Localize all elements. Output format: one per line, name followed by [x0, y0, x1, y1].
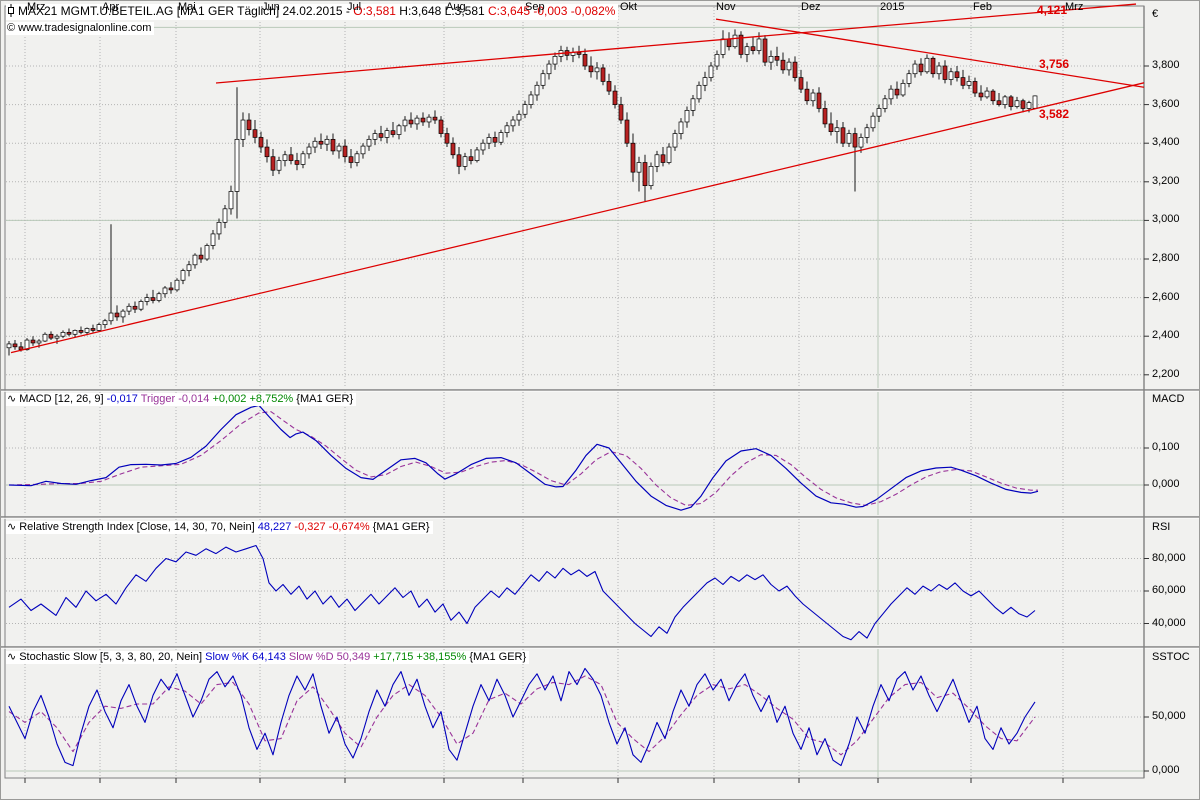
time-axis-month-label: Jul: [347, 1, 361, 13]
header-segment: Relative Strength Index [Close, 14, 30, …: [19, 521, 257, 533]
main-axis-tick-label: 2,200: [1152, 368, 1180, 381]
header-segment: C:3,645 -0,003 -0,082%: [488, 4, 615, 18]
header-segment: {MA1 GER}: [373, 521, 430, 533]
trendline-price-label: 4,121: [1037, 3, 1067, 17]
copyright-notice: © www.tradesignalonline.com: [6, 22, 154, 35]
time-axis-month-label: Dez: [801, 1, 821, 13]
header-segment: Slow %K 64,143: [205, 651, 289, 663]
time-axis-month-label: Okt: [620, 1, 637, 13]
main-axis-tick-label: 2,400: [1152, 329, 1180, 342]
main-axis-tick-label: 3,600: [1152, 98, 1180, 111]
sto-axis-tick-label: 0,000: [1152, 764, 1180, 777]
time-axis-month-label: Aug: [446, 1, 466, 13]
header-segment: 48,227: [258, 521, 295, 533]
main-axis-tick-label: 2,600: [1152, 291, 1180, 304]
sto-axis-tick-label: 50,000: [1152, 710, 1186, 723]
main-axis-tick-label: 3,800: [1152, 59, 1180, 72]
header-segment: +17,715 +38,155%: [373, 651, 469, 663]
main-axis-tick-label: 2,800: [1152, 252, 1180, 265]
tradesignal-chart-window: MAX21 MGMT.U.BETEIL.AG [MA1 GER Täglich]…: [0, 0, 1200, 800]
time-axis-month-label: Nov: [716, 1, 736, 13]
header-segment: -0,014: [178, 393, 212, 405]
macd-axis-label: MACD: [1152, 393, 1184, 406]
macd-axis-tick-label: 0,000: [1152, 478, 1180, 491]
header-segment: Stochastic Slow [5, 3, 3, 80, 20, Nein]: [19, 651, 205, 663]
header-segment: H:3,648 L:3,581: [399, 4, 488, 18]
rsi-axis-tick-label: 80,000: [1152, 552, 1186, 565]
time-axis-month-label: Mrz: [27, 1, 45, 13]
header-segment: {MA1 GER}: [469, 651, 526, 663]
time-axis-month-label: Mai: [178, 1, 196, 13]
header-segment: -0,017: [107, 393, 141, 405]
time-axis-month-label: 2015: [880, 1, 904, 13]
indicator-icon: ∿: [7, 521, 16, 534]
rsi-axis-tick-label: 40,000: [1152, 617, 1186, 630]
rsi-indicator-header[interactable]: ∿Relative Strength Index [Close, 14, 30,…: [6, 521, 433, 534]
header-segment: MACD [12, 26, 9]: [19, 393, 106, 405]
main-axis-tick-label: 3,200: [1152, 175, 1180, 188]
time-axis-month-label: Sep: [525, 1, 545, 13]
time-axis-month-label: Apr: [102, 1, 119, 13]
rsi-axis-label: RSI: [1152, 521, 1170, 534]
time-axis-month-label: Mrz: [1065, 1, 1083, 13]
header-segment: -0,327 -0,674%: [294, 521, 372, 533]
price-axis-currency-label: €: [1152, 8, 1158, 21]
header-segment: +8,752%: [249, 393, 296, 405]
header-segment: Slow %D 50,349: [289, 651, 373, 663]
trendline-price-label: 3,756: [1039, 57, 1069, 71]
time-axis-month-label: Jun: [262, 1, 280, 13]
main-axis-tick-label: 3,400: [1152, 136, 1180, 149]
stochastic-indicator-header[interactable]: ∿Stochastic Slow [5, 3, 3, 80, 20, Nein]…: [6, 651, 529, 664]
header-segment: {MA1 GER}: [296, 393, 353, 405]
rsi-axis-tick-label: 60,000: [1152, 584, 1186, 597]
main-axis-tick-label: 3,000: [1152, 213, 1180, 226]
header-segment: Trigger: [141, 393, 179, 405]
stochastic-axis-label: SSTOC: [1152, 651, 1190, 664]
header-segment: +0,002: [212, 393, 249, 405]
indicator-icon: ∿: [7, 393, 16, 406]
macd-axis-tick-label: 0,100: [1152, 441, 1180, 454]
trendline-price-label: 3,582: [1039, 107, 1069, 121]
time-axis-month-label: Feb: [973, 1, 992, 13]
candlestick-icon: [7, 4, 15, 20]
macd-indicator-header[interactable]: ∿MACD [12, 26, 9] -0,017 Trigger -0,014 …: [6, 393, 356, 406]
indicator-icon: ∿: [7, 651, 16, 664]
